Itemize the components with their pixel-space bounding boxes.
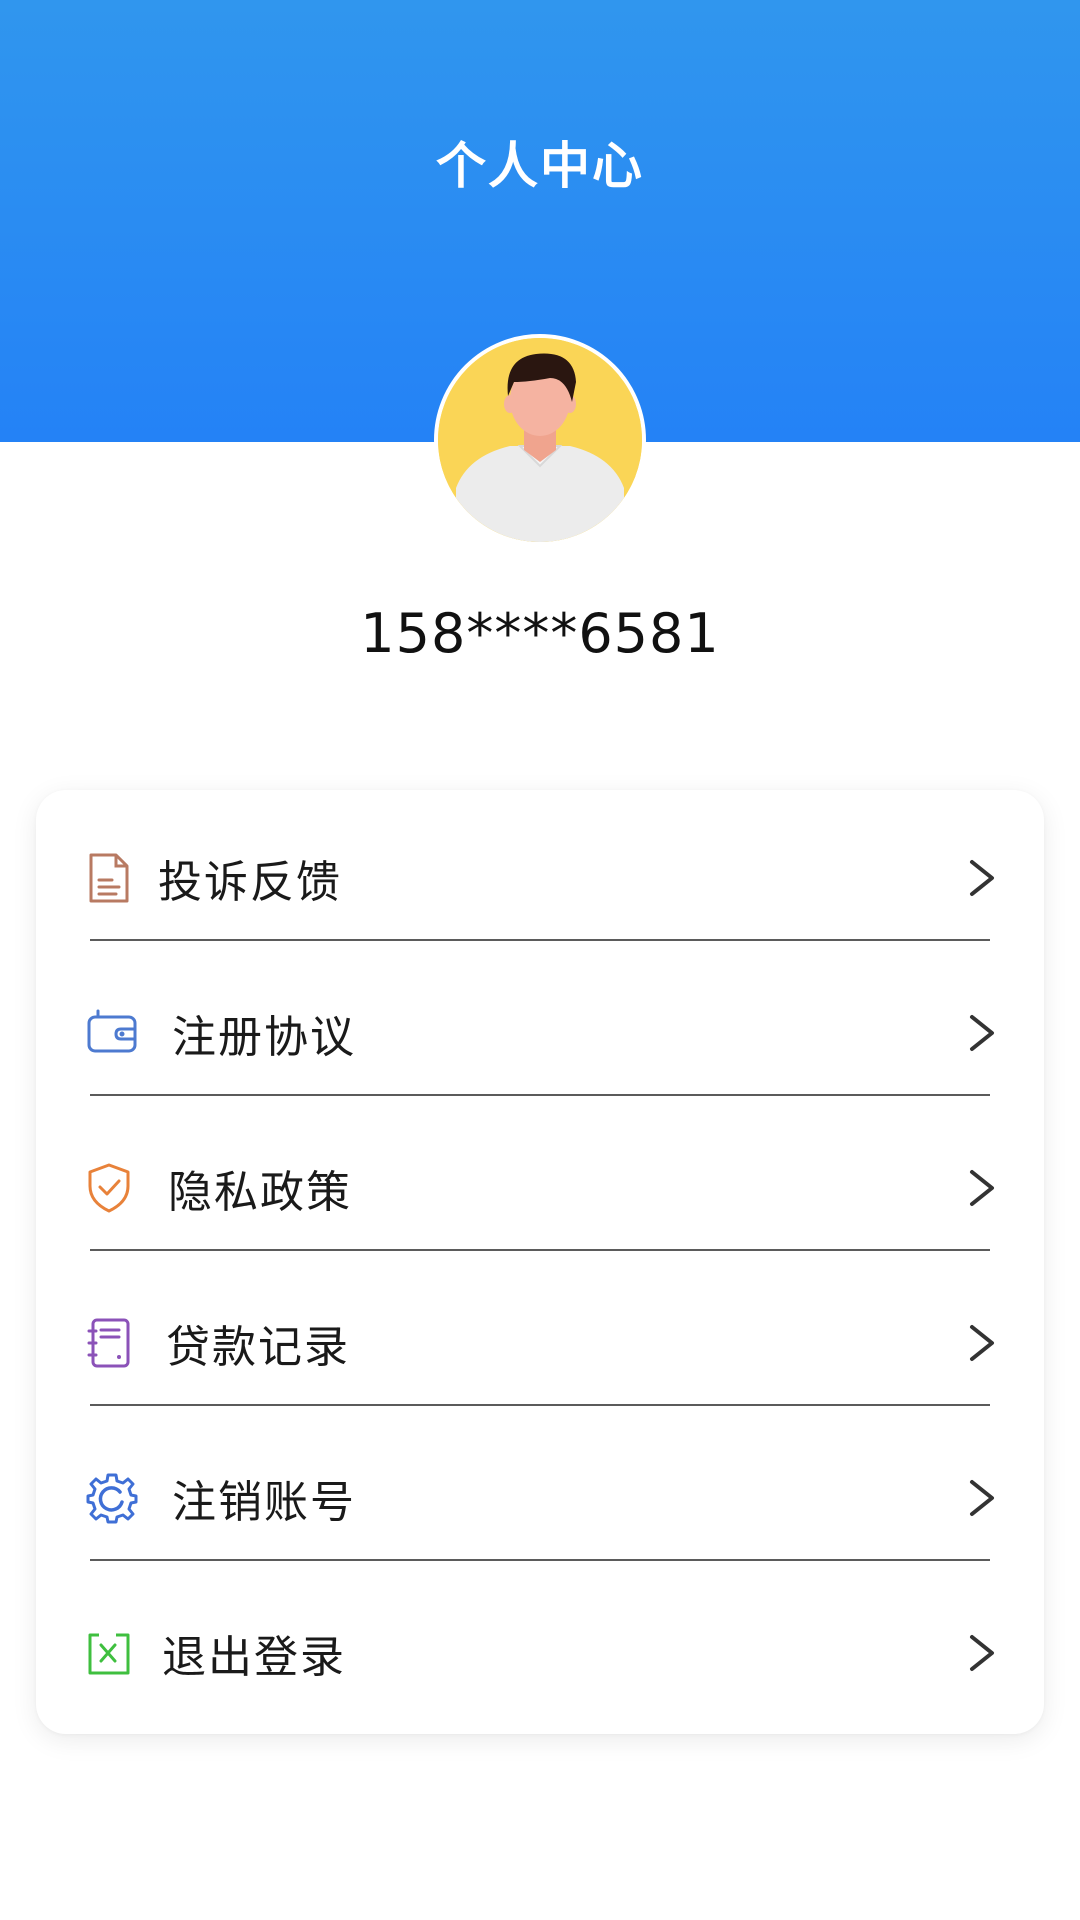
menu-item-privacy-policy[interactable]: 隐私政策 (36, 1110, 1044, 1265)
exit-icon (86, 1627, 132, 1679)
page-title: 个人中心 (436, 137, 644, 195)
user-avatar-icon (438, 338, 642, 542)
menu-label-feedback: 投诉反馈 (158, 856, 342, 908)
chevron-right-icon (968, 1168, 996, 1208)
chevron-right-icon (968, 858, 996, 898)
gear-icon (86, 1472, 138, 1524)
menu-item-feedback[interactable]: 投诉反馈 (36, 800, 1044, 955)
menu-item-logout[interactable]: 退出登录 (36, 1575, 1044, 1730)
chevron-right-icon (968, 1323, 996, 1363)
wallet-icon (86, 1007, 138, 1059)
notebook-icon (86, 1317, 132, 1369)
menu-divider (90, 1094, 990, 1096)
menu-label-privacy-policy: 隐私政策 (168, 1166, 352, 1218)
menu-divider (90, 939, 990, 941)
menu-divider (90, 1559, 990, 1561)
menu-divider (90, 1404, 990, 1406)
menu-item-register-agreement[interactable]: 注册协议 (36, 955, 1044, 1110)
menu-item-cancel-account[interactable]: 注销账号 (36, 1420, 1044, 1575)
menu-divider (90, 1249, 990, 1251)
menu-label-loan-records: 贷款记录 (166, 1321, 350, 1373)
document-icon (86, 852, 132, 904)
chevron-right-icon (968, 1013, 996, 1053)
chevron-right-icon (968, 1633, 996, 1673)
menu-card: 投诉反馈 注册协议 隐私政策 贷款记录 注销账号 退出登录 (36, 790, 1044, 1734)
user-phone: 158****6581 (360, 602, 720, 665)
menu-item-loan-records[interactable]: 贷款记录 (36, 1265, 1044, 1420)
menu-label-register-agreement: 注册协议 (172, 1011, 356, 1063)
menu-label-cancel-account: 注销账号 (172, 1476, 356, 1528)
shield-check-icon (86, 1162, 132, 1214)
profile-page: 个人中心 158****6581 投诉反馈 注册协议 隐私政策 贷款记录 注销账… (0, 0, 1080, 1920)
avatar[interactable] (434, 334, 646, 546)
menu-label-logout: 退出登录 (162, 1631, 346, 1683)
chevron-right-icon (968, 1478, 996, 1518)
